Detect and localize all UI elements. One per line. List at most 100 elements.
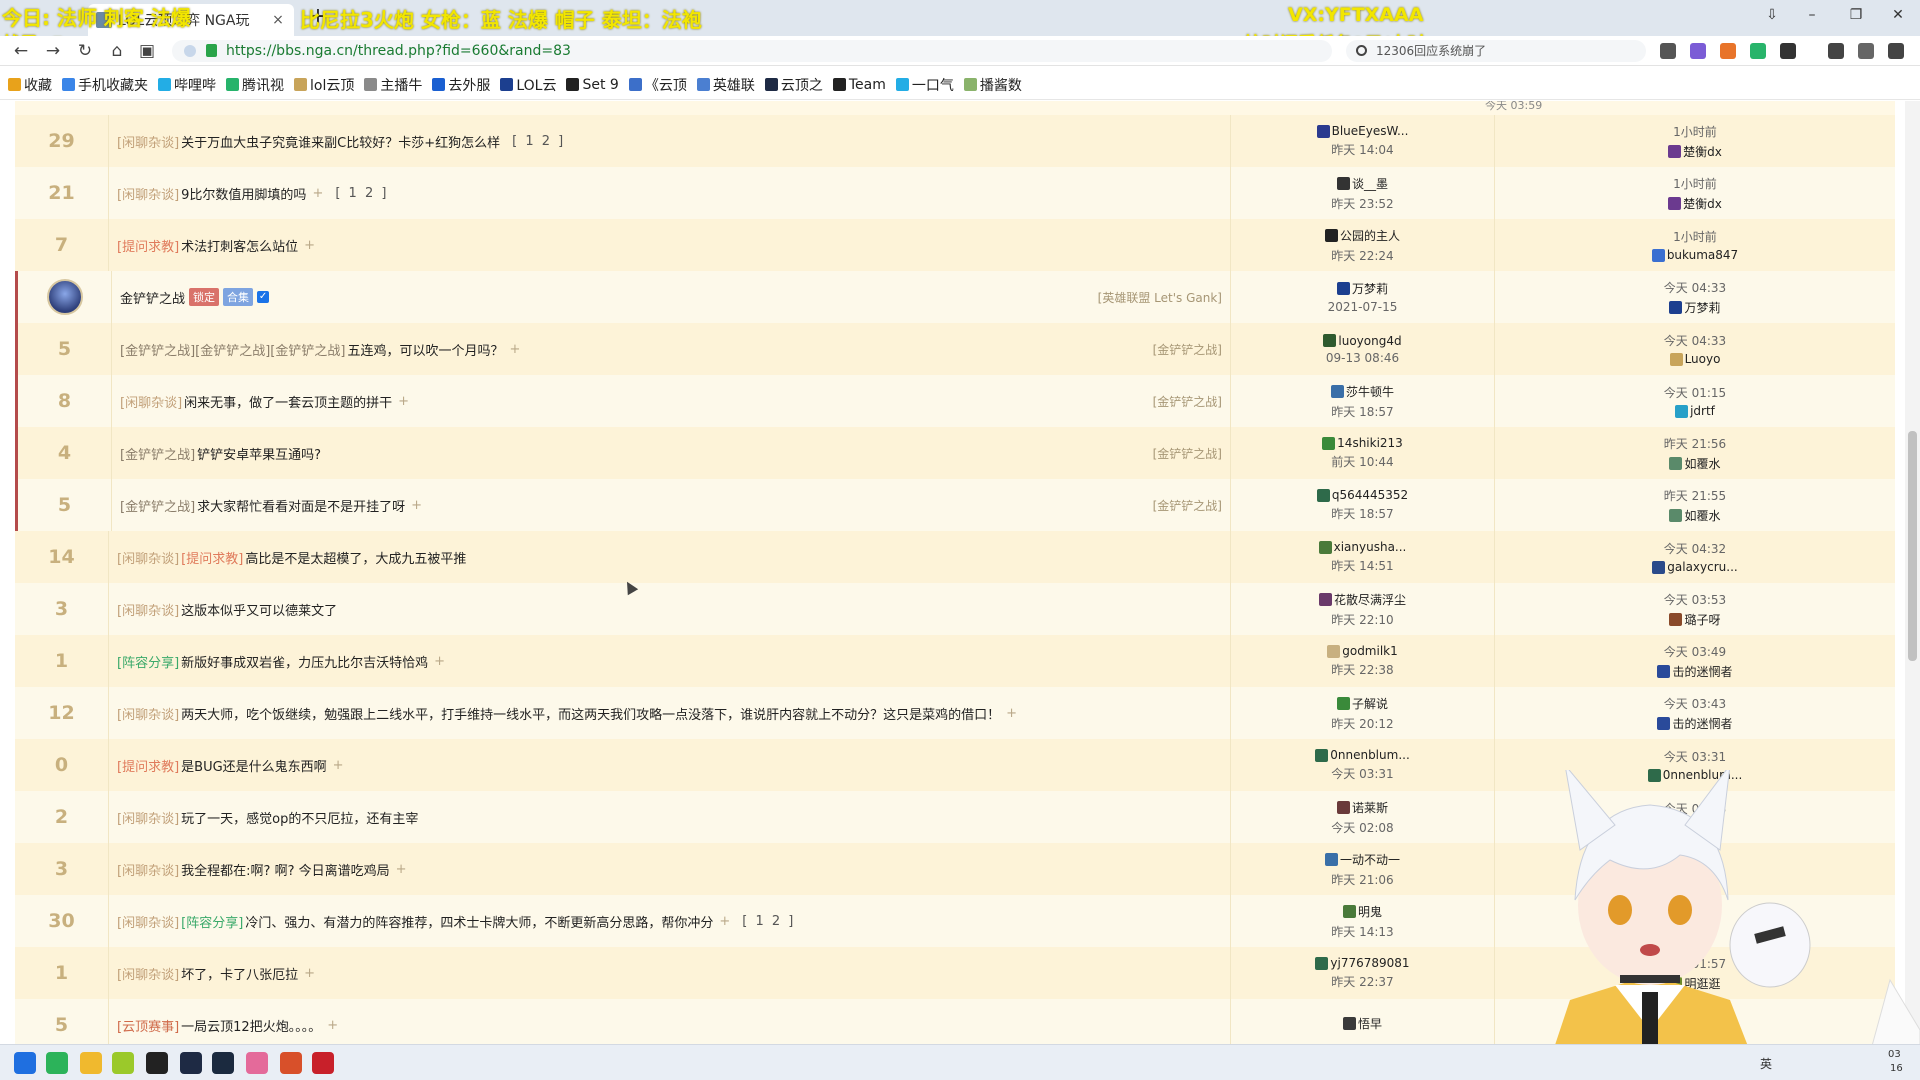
thread-title-link[interactable]: 金铲铲之战 bbox=[120, 288, 185, 307]
close-tab-button[interactable]: × bbox=[270, 12, 286, 28]
bookmark-item[interactable]: 收藏 bbox=[8, 75, 52, 95]
thread-tag[interactable]: [闲聊杂谈] bbox=[117, 964, 179, 983]
thread-row[interactable]: 4 [金铲铲之战] 铲铲安卓苹果互通吗? [金铲铲之战] 14shiki213 前天 10… bbox=[15, 427, 1895, 479]
thread-row[interactable]: 1 [阵容分享] 新版好事成双岩雀，力压九比尔吉沃特恰鸡 + godmilk1 昨天 22… bbox=[15, 635, 1895, 687]
thread-title-cell[interactable]: [闲聊杂谈] 关于万血大虫子究竟谁来副C比较好？卡莎+红狗怎么样 [ 1 2 ] bbox=[109, 115, 1231, 167]
thread-row[interactable]: 29 [闲聊杂谈] 关于万血大虫子究竟谁来副C比较好？卡莎+红狗怎么样 [ 1 2 … bbox=[15, 115, 1895, 167]
author-name[interactable]: q564445352 bbox=[1316, 488, 1408, 502]
extension-icon[interactable] bbox=[1720, 43, 1736, 59]
last-reply-time[interactable]: 1小时前 bbox=[1673, 228, 1717, 245]
bookmark-item[interactable]: 手机收藏夹 bbox=[62, 75, 148, 95]
thread-title-cell[interactable]: [金铲铲之战] 求大家帮忙看看对面是不是开挂了呀 + [金铲铲之战] bbox=[112, 479, 1231, 531]
bookmark-item[interactable]: 一口气 bbox=[895, 75, 954, 95]
close-window-button[interactable]: ✕ bbox=[1876, 0, 1920, 32]
last-reply-time[interactable]: 今天 03:31 bbox=[1664, 748, 1726, 765]
expand-plus-icon[interactable]: + bbox=[304, 238, 315, 253]
author-name[interactable]: 诺莱斯 bbox=[1336, 799, 1388, 816]
app-icon[interactable] bbox=[146, 1052, 168, 1074]
thread-title-cell[interactable]: [闲聊杂谈] 两天大师，吃个饭继续，勉强跟上二线水平，打手维持一线水平，而这两天… bbox=[109, 687, 1231, 739]
author-name[interactable]: 莎牛顿牛 bbox=[1330, 383, 1394, 400]
thread-title-link[interactable]: 新版好事成双岩雀，力压九比尔吉沃特恰鸡 bbox=[181, 652, 428, 671]
bookmark-item[interactable]: Set 9 bbox=[566, 77, 619, 93]
thread-tag[interactable]: [闲聊杂谈] bbox=[117, 132, 179, 151]
thread-title-link[interactable]: 术法打刺客怎么站位 bbox=[181, 236, 298, 255]
last-reply-time[interactable]: 今天 03:18 bbox=[1664, 800, 1726, 817]
thread-row[interactable]: 5 [金铲铲之战][金铲铲之战][金铲铲之战] 五连鸡，可以吹一个月吗？ + [金铲铲之… bbox=[15, 323, 1895, 375]
thread-title-link[interactable]: 我全程都在:啊? 啊? 今日离谱吃鸡局 bbox=[181, 860, 389, 879]
download-icon[interactable] bbox=[1828, 43, 1844, 59]
thread-title-link[interactable]: 9比尔数值用脚填的吗 bbox=[181, 184, 306, 203]
subforum-tag[interactable]: [英雄联盟 Let's Gank] bbox=[1098, 289, 1222, 306]
last-reply-user[interactable]: 击的迷惘者 bbox=[1657, 663, 1733, 680]
thread-row[interactable]: 5 [云顶赛事] 一局云顶12把火炮。。。。 + 悟早 今天 01:56 og-sothot… bbox=[15, 999, 1895, 1044]
thread-title-cell[interactable]: [闲聊杂谈] 坏了，卡了八张厄拉 + bbox=[109, 947, 1231, 999]
app-icon[interactable] bbox=[280, 1052, 302, 1074]
last-reply-time[interactable]: 今天 04:32 bbox=[1664, 540, 1726, 557]
last-reply-user[interactable]: 击的迷惘者 bbox=[1657, 715, 1733, 732]
thread-tag[interactable]: [闲聊杂谈] bbox=[117, 600, 179, 619]
thread-title-cell[interactable]: [金铲铲之战] 铲铲安卓苹果互通吗? [金铲铲之战] bbox=[112, 427, 1231, 479]
checkbox-icon[interactable]: ✓ bbox=[257, 291, 270, 303]
thread-title-link[interactable]: 两天大师，吃个饭继续，勉强跟上二线水平，打手维持一线水平，而这两天我们攻略一点没… bbox=[181, 704, 1000, 723]
app-icon[interactable] bbox=[246, 1052, 268, 1074]
thread-pages[interactable]: [ 1 2 ] bbox=[335, 186, 388, 201]
subforum-tag[interactable]: [金铲铲之战] bbox=[1153, 393, 1222, 410]
thread-tag[interactable]: [闲聊杂谈] bbox=[117, 912, 179, 931]
last-reply-user[interactable]: 万梦莉 bbox=[1669, 299, 1721, 316]
extension-icon[interactable] bbox=[1750, 43, 1766, 59]
last-reply-user[interactable]: 0nnenblum... bbox=[1647, 768, 1742, 782]
expand-plus-icon[interactable]: + bbox=[1006, 706, 1017, 721]
thread-pages[interactable]: [ 1 2 ] bbox=[742, 914, 795, 929]
subforum-tag[interactable]: [金铲铲之战] bbox=[1153, 445, 1222, 462]
scrollbar-thumb[interactable] bbox=[1908, 431, 1917, 661]
thread-title-cell[interactable]: [闲聊杂谈] 我全程都在:啊? 啊? 今日离谱吃鸡局 + bbox=[109, 843, 1231, 895]
last-reply-time[interactable]: 昨天 21:55 bbox=[1664, 487, 1726, 504]
thread-title-link[interactable]: 坏了，卡了八张厄拉 bbox=[181, 964, 298, 983]
thread-tag[interactable]: [提问求教] bbox=[117, 756, 179, 775]
last-reply-user[interactable]: 楚衡dx bbox=[1668, 143, 1722, 160]
game-launcher-icon[interactable] bbox=[180, 1052, 202, 1074]
thread-title-cell[interactable]: [提问求教] 是BUG还是什么鬼东西啊 + bbox=[109, 739, 1231, 791]
expand-plus-icon[interactable]: + bbox=[434, 654, 445, 669]
thread-tag[interactable]: [闲聊杂谈] bbox=[117, 808, 179, 827]
thread-title-cell[interactable]: [云顶赛事] 一局云顶12把火炮。。。。 + bbox=[109, 999, 1231, 1044]
thread-title-cell[interactable]: [闲聊杂谈] 闲来无事，做了一套云顶主题的拼干 + [金铲铲之战] bbox=[112, 375, 1231, 427]
last-reply-time[interactable]: 1小时前 bbox=[1673, 175, 1717, 192]
bookmark-item[interactable]: 《云顶 bbox=[628, 75, 687, 95]
expand-plus-icon[interactable]: + bbox=[304, 966, 315, 981]
thread-title-cell[interactable]: [提问求教] 术法打刺客怎么站位 + bbox=[109, 219, 1231, 271]
expand-plus-icon[interactable]: + bbox=[719, 914, 730, 929]
author-name[interactable]: 公园的主人 bbox=[1324, 227, 1400, 244]
thread-title-link[interactable]: 一局云顶12把火炮。。。。 bbox=[181, 1016, 321, 1035]
thread-tag[interactable]: [金铲铲之战][金铲铲之战][金铲铲之战] bbox=[120, 340, 345, 359]
bookmark-item[interactable]: LOL云 bbox=[500, 75, 556, 95]
apps-icon[interactable] bbox=[1780, 43, 1796, 59]
thread-title-link[interactable]: 高比是不是太超模了，大成九五被平推 bbox=[245, 548, 466, 567]
last-reply-time[interactable]: 1小时前 bbox=[1673, 123, 1717, 140]
thread-row[interactable]: 21 [闲聊杂谈] 9比尔数值用脚填的吗 +[ 1 2 ] 谈__墨 昨天 23:52 1小… bbox=[15, 167, 1895, 219]
thread-title-cell[interactable]: [金铲铲之战][金铲铲之战][金铲铲之战] 五连鸡，可以吹一个月吗？ + [金铲铲之战… bbox=[112, 323, 1231, 375]
author-name[interactable]: 子解说 bbox=[1336, 695, 1388, 712]
last-reply-time[interactable]: 今天 04:33 bbox=[1664, 279, 1726, 296]
thread-row[interactable]: 金铲铲之战 锁定 合集 ✓ [英雄联盟 Let's Gank] 万梦莉 2021-07-15… bbox=[15, 271, 1895, 323]
last-reply-time[interactable]: 今天 04:33 bbox=[1664, 332, 1726, 349]
thread-tag[interactable]: [阵容分享] bbox=[181, 912, 243, 931]
menu-icon[interactable] bbox=[1888, 43, 1904, 59]
thread-row[interactable]: 3 [闲聊杂谈] 我全程都在:啊? 啊? 今日离谱吃鸡局 + 一动不动一 昨天 21:06 bbox=[15, 843, 1895, 895]
thread-tag[interactable]: [闲聊杂谈] bbox=[120, 392, 182, 411]
expand-plus-icon[interactable]: + bbox=[327, 1018, 338, 1033]
thread-row[interactable]: 3 [闲聊杂谈] 这版本似乎又可以德莱文了 花散尽满浮尘 昨天 22:10 今天 03:5… bbox=[15, 583, 1895, 635]
wallet-icon[interactable]: ▣ bbox=[134, 39, 160, 63]
steam-icon[interactable] bbox=[212, 1052, 234, 1074]
last-reply-user[interactable]: bukuma847 bbox=[1651, 248, 1738, 262]
thread-row[interactable]: 30 [闲聊杂谈] [阵容分享] 冷门、强力、有潜力的阵容推荐，四术士卡牌大师，不… bbox=[15, 895, 1895, 947]
bookmark-item[interactable]: 主播牛 bbox=[364, 75, 422, 95]
author-name[interactable]: 明鬼 bbox=[1342, 903, 1382, 920]
bookmark-item[interactable]: 云顶之 bbox=[764, 75, 823, 95]
url-field[interactable]: https://bbs.nga.cn/thread.php?fid=660&ra… bbox=[172, 40, 1332, 62]
author-name[interactable]: yj776789081 bbox=[1315, 956, 1410, 970]
bookmark-item[interactable]: Team bbox=[832, 77, 886, 93]
thread-title-cell[interactable]: [闲聊杂谈] [提问求教] 高比是不是太超模了，大成九五被平推 bbox=[109, 531, 1231, 583]
author-name[interactable]: BlueEyesW... bbox=[1316, 124, 1408, 138]
last-reply-time[interactable]: 今天 03:43 bbox=[1664, 695, 1726, 712]
